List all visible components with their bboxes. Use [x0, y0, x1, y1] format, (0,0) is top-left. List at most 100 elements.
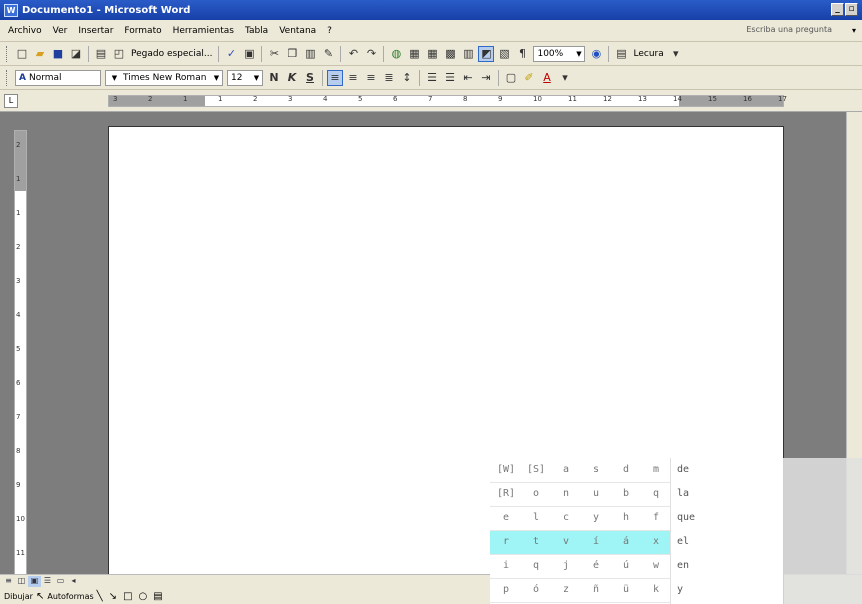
print-icon[interactable]: ▤ — [93, 46, 109, 62]
character-key[interactable]: z — [552, 578, 580, 602]
increase-indent-icon[interactable]: ⇥ — [478, 70, 494, 86]
character-key[interactable]: r — [492, 530, 520, 554]
columns-icon[interactable]: ▥ — [460, 46, 476, 62]
align-left-icon[interactable]: ≡ — [327, 69, 343, 86]
document-map-icon[interactable]: ▧ — [496, 46, 512, 62]
word-suggestion[interactable]: la — [677, 482, 689, 506]
character-key[interactable]: [S] — [522, 458, 550, 482]
word-app-icon[interactable]: W — [4, 3, 18, 17]
cut-icon[interactable]: ✂ — [266, 46, 282, 62]
justify-icon[interactable]: ≣ — [381, 70, 397, 86]
character-key[interactable]: o — [522, 482, 550, 506]
character-key[interactable]: ú — [612, 554, 640, 578]
character-key[interactable]: w — [642, 554, 670, 578]
horizontal-ruler[interactable]: 3 2 1 1 2 3 4 5 6 7 8 9 10 11 12 13 14 15 16 17 — [108, 95, 787, 107]
spelling-icon[interactable]: ✓ — [223, 46, 239, 62]
paste-special-button[interactable]: Pegado especial... — [131, 49, 212, 59]
web-view-icon[interactable]: ◫ — [15, 576, 28, 587]
align-right-icon[interactable]: ≡ — [363, 70, 379, 86]
menu-tabla[interactable]: Tabla — [245, 26, 268, 36]
character-key[interactable]: v — [552, 530, 580, 554]
character-key[interactable]: y — [582, 506, 610, 530]
character-key[interactable]: k — [642, 578, 670, 602]
permission-icon[interactable]: ◪ — [68, 46, 84, 62]
bullets-icon[interactable]: ☰ — [442, 70, 458, 86]
highlight-icon[interactable]: ✐ — [521, 70, 537, 86]
autoshapes-button[interactable]: Autoformas — [47, 592, 93, 601]
tab-selector[interactable]: L — [4, 94, 18, 108]
character-key[interactable]: d — [612, 458, 640, 482]
font-color-icon[interactable]: A — [539, 70, 555, 86]
character-key[interactable]: l — [522, 506, 550, 530]
menu-ver[interactable]: Ver — [53, 26, 68, 36]
minimize-button[interactable]: _ — [831, 3, 844, 16]
save-icon[interactable]: ■ — [50, 46, 66, 62]
textbox-icon[interactable]: ▤ — [153, 591, 162, 602]
align-center-icon[interactable]: ≡ — [345, 70, 361, 86]
ruler-left-margin[interactable] — [109, 96, 205, 106]
character-key[interactable]: h — [612, 506, 640, 530]
character-key[interactable]: a — [552, 458, 580, 482]
word-suggestion[interactable]: y — [677, 578, 683, 602]
draw-menu-button[interactable]: Dibujar — [4, 592, 33, 601]
tables-borders-icon[interactable]: ▦ — [406, 46, 422, 62]
font-combo[interactable]: ▼ Times New Roman ▼ — [105, 69, 223, 86]
character-key[interactable]: j — [552, 554, 580, 578]
restore-button[interactable]: ▫ — [845, 3, 858, 16]
character-key[interactable]: á — [612, 530, 640, 554]
chevron-down-icon[interactable]: ▼ — [573, 50, 584, 58]
rectangle-icon[interactable]: □ — [123, 591, 132, 602]
print-layout-icon[interactable]: ▣ — [28, 576, 41, 587]
character-key[interactable]: b — [612, 482, 640, 506]
toolbar-grip[interactable] — [6, 45, 9, 62]
line-spacing-icon[interactable]: ↕ — [399, 70, 415, 86]
menu-insertar[interactable]: Insertar — [78, 26, 113, 36]
word-suggestion[interactable]: de — [677, 458, 689, 482]
character-key[interactable]: s — [582, 458, 610, 482]
vertical-ruler[interactable]: 2 1 1 2 3 4 5 6 7 8 9 10 11 — [14, 130, 27, 580]
read-button[interactable]: Lecura — [633, 49, 663, 59]
character-key[interactable]: [W] — [492, 458, 520, 482]
character-key[interactable]: c — [552, 506, 580, 530]
zoom-combo[interactable]: 100% ▼ — [533, 45, 586, 62]
menu-herramientas[interactable]: Herramientas — [173, 26, 234, 36]
character-key[interactable]: ñ — [582, 578, 610, 602]
character-key[interactable]: í — [582, 530, 610, 554]
character-key[interactable]: [R] — [492, 482, 520, 506]
character-key[interactable]: q — [522, 554, 550, 578]
character-key[interactable]: n — [552, 482, 580, 506]
character-key[interactable]: ü — [612, 578, 640, 602]
drawing-icon[interactable]: ◩ — [478, 45, 495, 62]
word-suggestion[interactable]: el — [677, 530, 689, 554]
chevron-down-icon[interactable]: ▼ — [251, 74, 262, 82]
help-icon[interactable]: ◉ — [588, 46, 604, 62]
character-key[interactable]: x — [642, 530, 670, 554]
character-key[interactable]: ó — [522, 578, 550, 602]
scroll-left-icon[interactable]: ◂ — [67, 576, 80, 587]
word-suggestion[interactable]: en — [677, 554, 689, 578]
outline-view-icon[interactable]: ☰ — [41, 576, 54, 587]
character-key[interactable]: e — [492, 506, 520, 530]
arrow-icon[interactable]: ↘ — [109, 591, 117, 602]
character-key[interactable]: t — [522, 530, 550, 554]
insert-table-icon[interactable]: ▦ — [424, 46, 440, 62]
oval-icon[interactable]: ○ — [139, 591, 148, 602]
menu-archivo[interactable]: Archivo — [8, 26, 42, 36]
help-dropdown-icon[interactable]: ▾ — [852, 26, 856, 35]
toolbar-options-icon[interactable]: ▾ — [557, 70, 573, 86]
line-icon[interactable]: ╲ — [97, 591, 103, 602]
chevron-down-icon[interactable]: ▼ — [109, 74, 120, 82]
character-key[interactable]: q — [642, 482, 670, 506]
insert-excel-icon[interactable]: ▩ — [442, 46, 458, 62]
menu-formato[interactable]: Formato — [124, 26, 161, 36]
help-question-input[interactable]: Escriba una pregunta — [746, 25, 832, 34]
undo-icon[interactable]: ↶ — [345, 46, 361, 62]
toolbar-grip[interactable] — [6, 69, 9, 86]
paste-icon[interactable]: ▥ — [302, 46, 318, 62]
print-preview-icon[interactable]: ◰ — [111, 46, 127, 62]
normal-view-icon[interactable]: ≡ — [2, 576, 15, 587]
menu-ventana[interactable]: Ventana — [279, 26, 316, 36]
format-painter-icon[interactable]: ✎ — [320, 46, 336, 62]
select-objects-icon[interactable]: ↖ — [36, 591, 44, 602]
italic-button[interactable]: K — [284, 70, 300, 86]
